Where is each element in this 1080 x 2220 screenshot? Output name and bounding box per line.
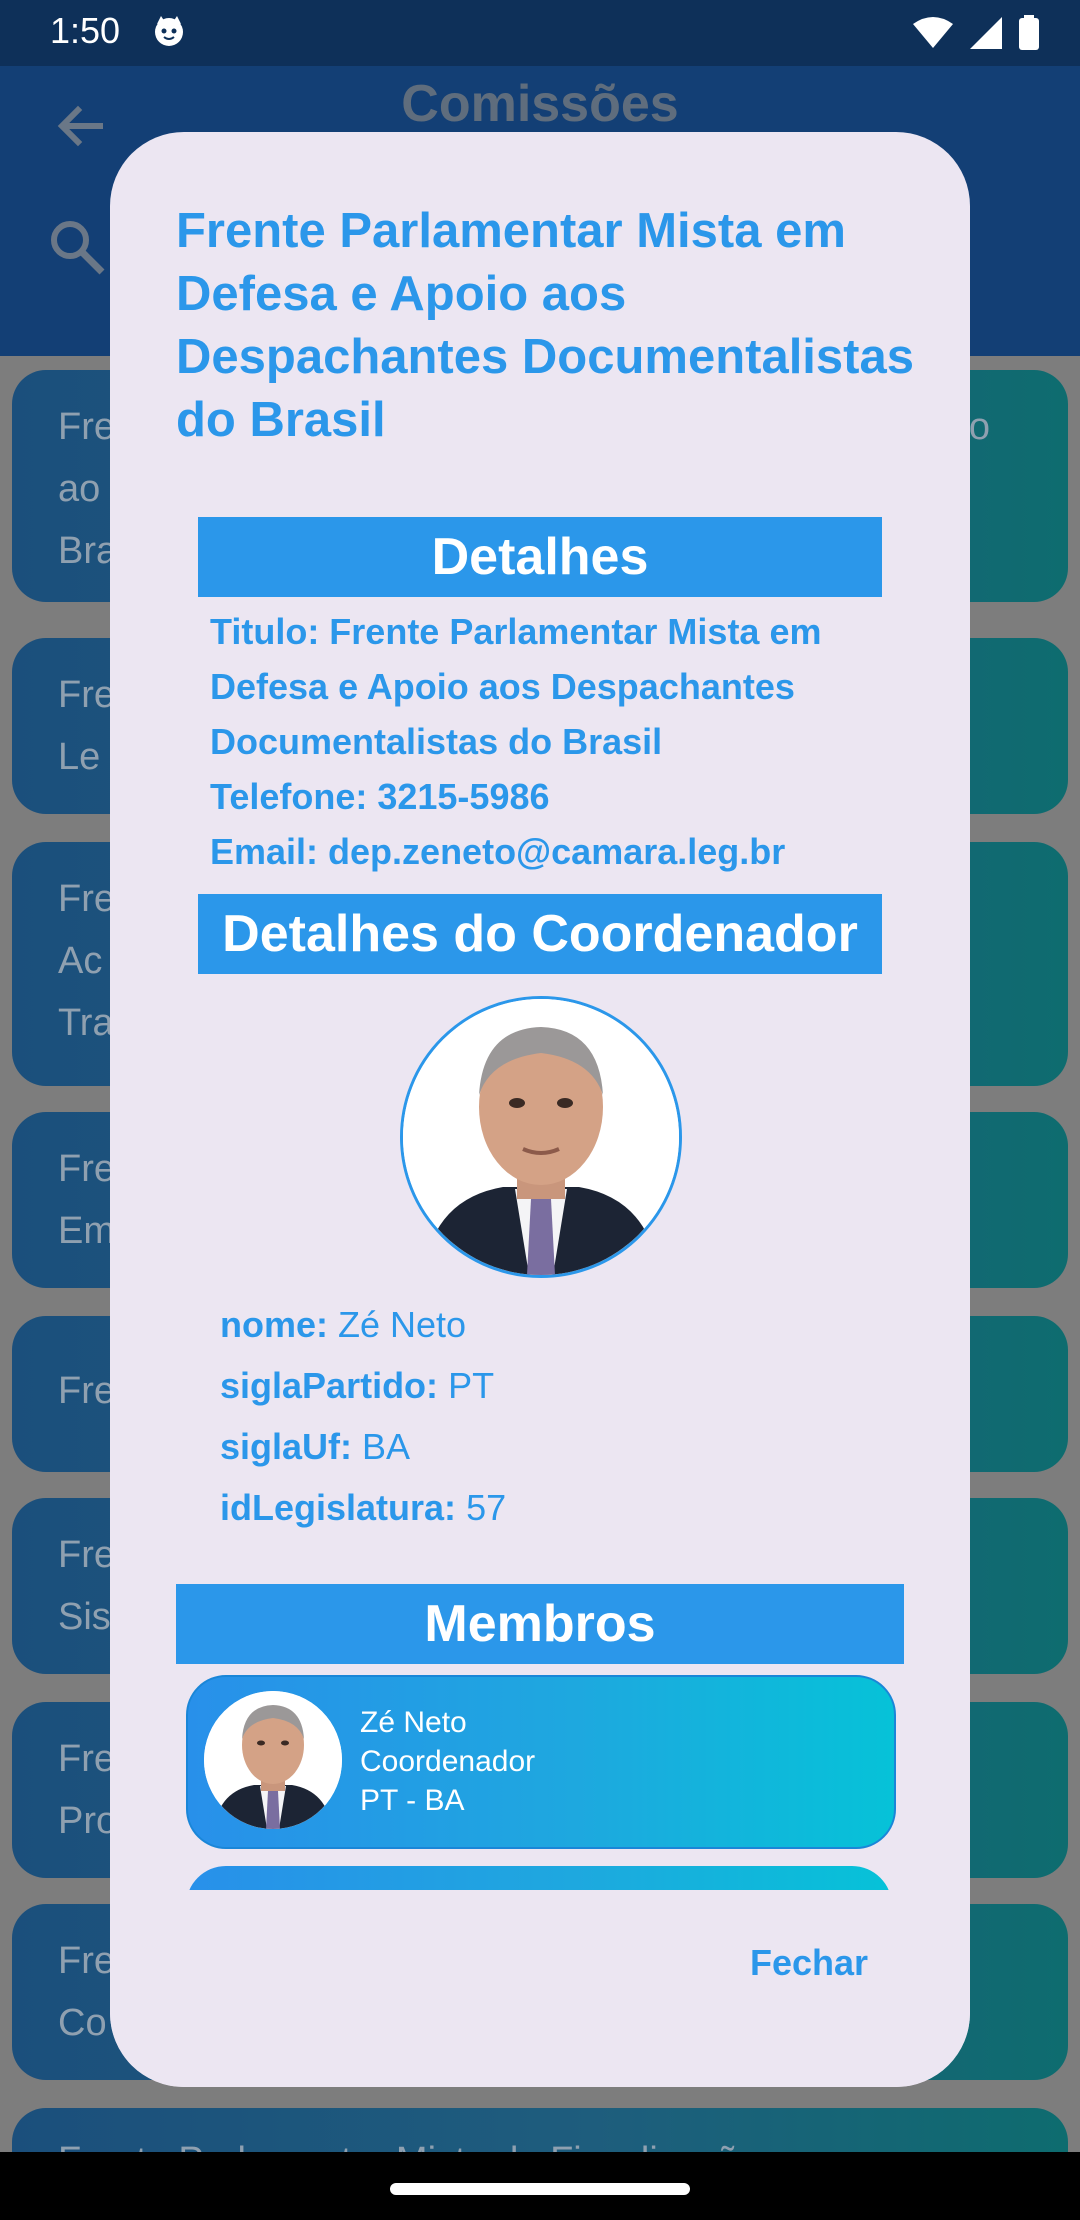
dialog-title: Frente Parlamentar Mista em Defesa e Apo… bbox=[176, 204, 914, 447]
member-role: Coordenador bbox=[360, 1745, 536, 1778]
details-block: Titulo: Frente Parlamentar Mista em Defe… bbox=[210, 604, 910, 879]
status-icons bbox=[912, 14, 1040, 52]
commission-details-dialog: Frente Parlamentar Mista em Defesa e Apo… bbox=[110, 132, 970, 2087]
details-email: Email: dep.zeneto@camara.leg.br bbox=[210, 831, 786, 872]
members-header: Membros bbox=[176, 1584, 904, 1664]
search-icon[interactable] bbox=[48, 218, 106, 276]
home-gesture-handle[interactable] bbox=[390, 2183, 690, 2195]
details-header: Detalhes bbox=[198, 517, 882, 597]
list-item-text-right: o bbox=[968, 406, 990, 448]
coordinator-legislatura: idLegislatura: 57 bbox=[220, 1487, 507, 1528]
status-bar: 1:50 bbox=[0, 0, 1080, 66]
coordinator-header: Detalhes do Coordenador bbox=[198, 894, 882, 974]
cat-notification-icon bbox=[155, 16, 183, 46]
page-title: Comissões bbox=[401, 75, 679, 133]
close-button[interactable]: Fechar bbox=[730, 1932, 888, 1994]
details-titulo: Titulo: Frente Parlamentar Mista em Defe… bbox=[210, 611, 822, 762]
wifi-icon bbox=[913, 17, 953, 48]
member-name: Zé Neto bbox=[360, 1706, 467, 1739]
member-card[interactable]: Zé Neto Coordenador PT - BA bbox=[186, 1675, 896, 1849]
signal-icon bbox=[970, 17, 1002, 49]
coordinator-nome: nome: Zé Neto bbox=[220, 1304, 467, 1345]
coordinator-uf: siglaUf: BA bbox=[220, 1426, 411, 1467]
member-party-uf: PT - BA bbox=[360, 1784, 465, 1817]
coordinator-partido: siglaPartido: PT bbox=[220, 1365, 495, 1406]
coordinator-photo bbox=[403, 999, 679, 1275]
member-text: Zé Neto Coordenador PT - BA bbox=[360, 1703, 535, 1820]
status-time: 1:50 bbox=[50, 10, 121, 51]
details-telefone: Telefone: 3215-5986 bbox=[210, 776, 550, 817]
member-avatar bbox=[204, 1691, 342, 1829]
member-photo bbox=[204, 1691, 342, 1829]
coordinator-info: nome: Zé Neto siglaPartido: PT siglaUf: … bbox=[220, 1294, 860, 1538]
battery-icon bbox=[1019, 15, 1039, 50]
coordinator-avatar bbox=[400, 996, 682, 1278]
